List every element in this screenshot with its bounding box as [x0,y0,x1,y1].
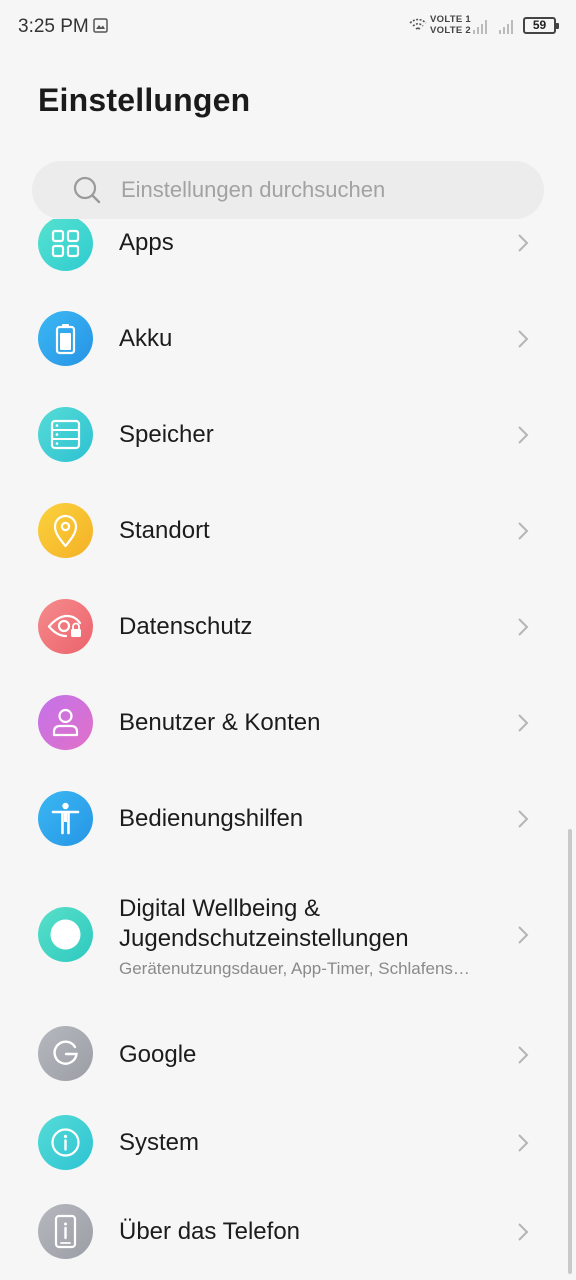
google-icon [38,1026,93,1081]
gallery-notification-icon [93,18,108,33]
settings-item-label: Über das Telefon [119,1218,301,1245]
search-input[interactable] [121,161,521,219]
settings-item-label-line1: Digital Wellbeing & [119,895,320,922]
chevron-right-icon [518,522,529,540]
settings-item-about-phone[interactable]: Über das Telefon [0,1193,576,1280]
settings-item-label: Bedienungshilfen [119,805,304,832]
settings-item-label-line2: Jugendschutzeinstellungen [119,925,409,952]
chevron-right-icon [518,1134,529,1152]
settings-item-label: Akku [119,325,173,352]
chevron-right-icon [518,234,529,252]
privacy-icon [38,599,93,654]
settings-item-datenschutz[interactable]: Datenschutz [0,579,576,675]
scrollbar[interactable] [568,829,572,1274]
settings-item-speicher[interactable]: Speicher [0,387,576,483]
page-title: Einstellungen [38,82,251,118]
chevron-right-icon [518,1223,529,1241]
chevron-right-icon [518,926,529,944]
chevron-right-icon [518,1046,529,1064]
settings-item-system[interactable]: System [0,1103,576,1193]
settings-item-digital-wellbeing[interactable]: Digital Wellbeing & Jugendschutzeinstell… [0,867,576,1007]
search-icon [73,176,101,204]
settings-item-apps[interactable]: Apps [0,219,576,291]
settings-item-label: Speicher [119,421,214,448]
chevron-right-icon [518,330,529,348]
battery-indicator: 59 [523,17,559,34]
chevron-right-icon [518,714,529,732]
wellbeing-icon [38,907,93,962]
status-bar: 3:25 PM VOLTE 1 VOLTE 2 59 [0,0,576,54]
signal-sim1-icon [473,20,487,34]
wifi-icon [409,18,427,30]
chevron-right-icon [518,618,529,636]
settings-list: Apps Akku Speicher Standort Datenschutz … [0,219,576,1280]
settings-item-label: Datenschutz [119,613,253,640]
location-icon [38,503,93,558]
apps-icon [38,219,93,271]
settings-item-akku[interactable]: Akku [0,291,576,387]
phone-icon [38,1204,93,1259]
battery-icon [38,311,93,366]
settings-item-label: Benutzer & Konten [119,709,321,736]
storage-icon [38,407,93,462]
volte-indicator: VOLTE 1 VOLTE 2 [430,14,471,36]
info-icon [38,1115,93,1170]
settings-item-label: Standort [119,517,210,544]
settings-item-label: Apps [119,229,174,256]
settings-item-google[interactable]: Google [0,1007,576,1103]
user-icon [38,695,93,750]
settings-item-accessibility[interactable]: Bedienungshilfen [0,771,576,867]
search-bar[interactable] [32,161,544,219]
status-time: 3:25 PM [18,16,89,37]
chevron-right-icon [518,426,529,444]
settings-item-subtitle: Gerätenutzungsdauer, App-Timer, Schlafen… [119,959,470,978]
accessibility-icon [38,791,93,846]
settings-item-standort[interactable]: Standort [0,483,576,579]
chevron-right-icon [518,810,529,828]
settings-item-label: System [119,1129,200,1156]
signal-sim2-icon [499,20,513,34]
settings-item-accounts[interactable]: Benutzer & Konten [0,675,576,771]
settings-item-label: Google [119,1041,197,1068]
